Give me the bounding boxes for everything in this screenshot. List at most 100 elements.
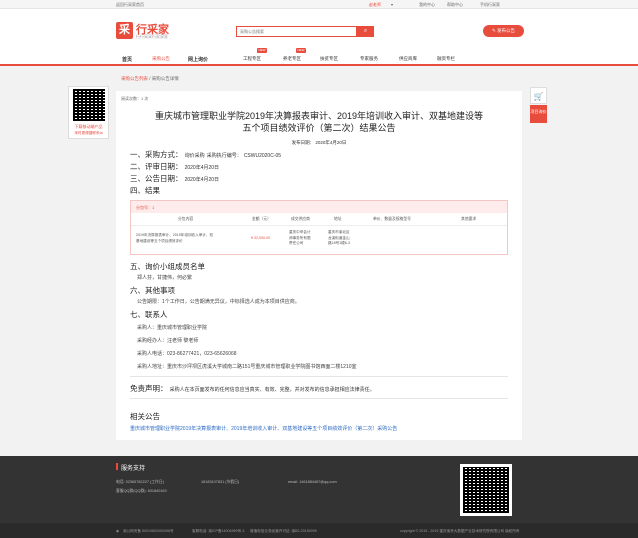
announce-date-title: 三、公告日期： [130,174,183,183]
section-method-title: 一、采购方式： [130,150,183,159]
read-count: 阅读次数：1 次 [121,96,149,101]
table-cell-supplier: 重庆中甲会计 师事务所有限 责任公司 [289,230,311,247]
top-bar: 返回行采家首页 赵老师 ▾ 我的中心 帮助中心 手机行采家 [0,0,638,9]
section-method: 一、采购方式： 询价采购 采购执行编号： CSWU2020C-05 [130,149,281,160]
breadcrumb-list-link[interactable]: 采购公告列表 [121,76,148,81]
footer-qq: 客服QQ群(QQ群): 831840163 [116,489,167,493]
table-header: 地址 [334,217,342,221]
announce-date-value: 2020年4月20日 [184,177,220,183]
table-cell-address: 重庆市渝北区 龙溪街道金山 路18号1幢6-3 [328,230,350,247]
contact-phone: 采购人电话：023-86277421，023-65626068 [137,351,237,357]
nav-online-inquiry[interactable]: 网上询价 [188,56,208,63]
address-line: 路18号1幢6-3 [328,241,350,245]
search-box [236,26,357,37]
footer-email: email: 1461884467@qq.com [288,480,337,484]
supplier-line: 责任公司 [289,241,304,245]
nav-active-indicator [151,64,173,66]
nav-financing[interactable]: 融资专栏 [437,56,455,62]
divider [130,376,508,377]
search-input[interactable] [237,27,356,36]
table-header: 成交供应商 [291,217,310,221]
new-badge: NEW [296,48,306,53]
disclaimer-title: 免责声明： [130,384,168,393]
floating-sidebar: 🛒 项目询价 [530,87,547,123]
publish-label: 发布公告 [497,28,516,33]
cart-icon[interactable]: 🛒 [530,87,547,104]
title-line-2: 五个项目绩效评价（第二次）结果公告 [242,123,396,133]
nav-poverty-relief[interactable]: 扶贫专区 [320,56,338,62]
content-line: 基地建设等五个项目绩效评价 [136,238,183,243]
section-other: 六、其他事项 [130,286,175,295]
disclaimer: 免责声明： 采购人在本页面发布的任何信息应当真实、有效、完整，并对发布的信息承担… [130,383,375,394]
nav-supplier-library[interactable]: 供应商库 [399,56,417,62]
search-icon[interactable]: ⌕ [357,26,374,37]
contact-address: 采购人地址：重庆市沙坪坝区虎溪大学城南二路151号重庆城市管理职业学院图书馆西面… [137,364,357,370]
breadcrumb-current: 采购公告详情 [151,76,179,81]
section-announce-date: 三、公告日期： 2020年4月20日 [130,173,219,184]
footer-police-record[interactable]: 渝公网安备 50010802000496号 [123,529,174,534]
title-line-1: 重庆城市管理职业学院2019年决算报表审计、2019年培训收入审计、双基地建设等 [154,111,484,121]
logo-mark[interactable]: 采 [116,22,133,39]
table-cell-amount: ¥ 32,000.00 [251,236,270,240]
mobile-app-link[interactable]: 手机行采家 [480,2,500,8]
table-cell-content: 2019年决算报表审计、2019年培训收入审计、双 基地建设等五个项目绩效评价 [136,233,246,244]
breadcrumb-separator: / [149,76,151,81]
exec-code-label: 采购执行编号： [206,153,242,159]
package-number: 分包号：1 [131,201,507,213]
footer-phone: 电话: 02365782227 (工作日) [116,480,164,484]
section-review-date: 二、评审日期： 2020年4月20日 [130,161,219,172]
qr-code-icon [463,467,509,513]
contact-buyer: 采购人：重庆城市管理职业学院 [137,325,208,331]
address-line: 重庆市渝北区 [328,230,350,234]
contact-agent: 采购经办人：汪老师 黎老师 [137,338,199,344]
exec-code-value: CSWU2020C-05 [243,153,282,159]
footer-copyright: copyright © 2015 - 2019 重庆渝贵大数据产业技术研究院有限… [400,529,520,533]
footer-phone-holiday: 18183107831 (节假日) [201,480,240,484]
related-title: 相关公告 [130,412,160,421]
disclaimer-text: 采购人在本页面发布的任何信息应当真实、有效、完整，并对发布的信息承担相应法律责任… [169,387,375,393]
page-title: 重庆城市管理职业学院2019年决算报表审计、2019年培训收入审计、双基地建设等… [116,110,522,134]
qr-code-icon [73,89,105,121]
home-link[interactable]: 返回行采家首页 [116,2,144,8]
publish-date: 发布日期： 2020年4月20日 [291,140,347,145]
nav-elderly-care[interactable]: 养老专区 [283,56,301,62]
review-date-value: 2020年4月20日 [184,165,220,171]
app-download-subtext: 采时更便捷联系ta [74,131,103,135]
supplier-line: 重庆中甲会计 [289,230,311,234]
table-header: 分包内容 [178,217,194,221]
footer-bottom [0,523,638,538]
app-download-text: 下载移动端产品 [74,124,103,129]
project-inquiry-button[interactable]: 项目询价 [530,105,547,123]
table-header: 单价、数量及规格型号 [373,217,411,221]
breadcrumb: 采购公告列表 / 采购公告详情 [121,76,179,82]
footer-title: 服务支持 [121,466,146,472]
user-menu[interactable]: 赵老师 [369,2,381,8]
other-notes: 公告期限：1个工作日，公告期满无异议，中标择选人成为本项目供应商。 [137,299,300,305]
review-date-title: 二、评审日期： [130,162,183,171]
user-chevron-icon[interactable]: ▾ [391,2,393,7]
section-panel-members: 五、询价小组成员名单 [130,262,205,271]
panel-members: 郑人芬，甘捷伟，何必繁 [137,275,193,281]
table-header: 金额（元） [252,217,271,221]
publish-button[interactable]: ✎ 发布公告 [483,25,524,37]
nav-home[interactable]: 首页 [122,56,132,63]
table-divider [131,225,507,226]
nav-engineering[interactable]: 工程专区 [243,56,261,62]
result-table: 分包号：1 分包内容 金额（元） 成交供应商 地址 单价、数量及规格型号 其他要… [130,200,508,255]
logo-slogan: 行行采采行家采家 [136,34,168,39]
footer-icp[interactable]: 客服电话: 渝ICP备14004969号-3 [192,529,244,534]
new-badge: NEW [257,48,267,53]
police-badge-icon: ◉ [116,529,120,533]
help-center-link[interactable]: 帮助中心 [447,2,463,8]
related-link[interactable]: 重庆城市管理职业学院2019年决算报表审计、2019年培训收入审计、双基地建设等… [130,425,397,432]
table-header: 其他要求 [461,217,477,221]
footer-license[interactable]: 增值电信业务经营许可证: 渝B2-20150099 [250,529,317,534]
section-contact: 七、联系人 [130,310,168,319]
divider [130,398,508,399]
app-download-panel[interactable]: 下载移动端产品 采时更便捷联系ta [68,86,109,139]
my-center-link[interactable]: 我的中心 [419,2,435,8]
nav-expert-service[interactable]: 专家服务 [360,56,378,62]
main-nav: 首页 采购公告 网上询价 工程专区 养老专区 扶贫专区 专家服务 供应商库 融资… [0,52,638,66]
nav-announcements[interactable]: 采购公告 [152,56,170,62]
section-result-title: 四、结果 [130,186,160,195]
